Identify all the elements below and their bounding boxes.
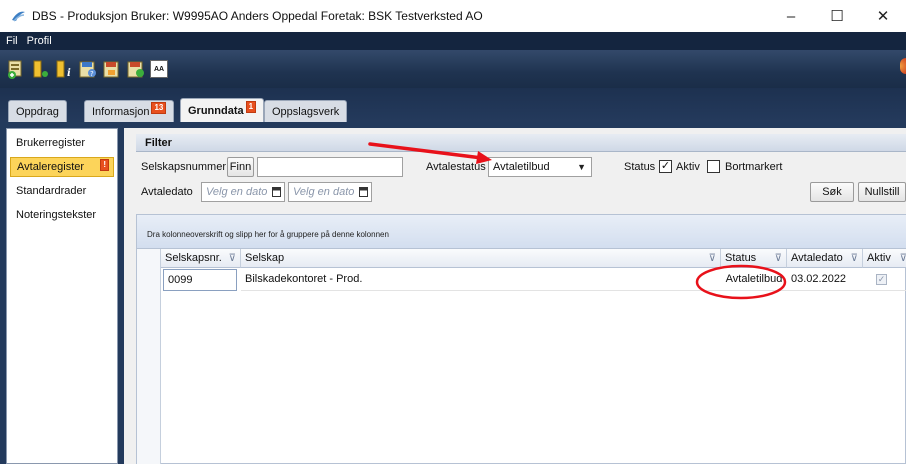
close-button[interactable]: ✕ bbox=[860, 0, 906, 32]
export-icon[interactable] bbox=[102, 58, 122, 80]
add-record-icon[interactable] bbox=[6, 58, 26, 80]
app-logo-icon bbox=[12, 11, 25, 22]
data-grid: Dra kolonneoverskrift og slipp her for å… bbox=[136, 214, 906, 464]
font-size-icon[interactable]: AA bbox=[150, 60, 168, 78]
sidebar-item-brukerregister[interactable]: Brukerregister bbox=[10, 133, 114, 153]
active-label: Aktiv bbox=[676, 161, 700, 173]
filter-icon[interactable]: ⊽ bbox=[851, 253, 858, 264]
column-header-selskapsnr[interactable]: Selskapsnr. ⊽ bbox=[161, 249, 241, 268]
tab-grunndata[interactable]: Grunndata 1 bbox=[180, 98, 265, 122]
sidebar-item-noteringstekster[interactable]: Noteringstekster bbox=[10, 205, 114, 225]
search-button[interactable]: Søk bbox=[810, 182, 854, 202]
company-number-input[interactable] bbox=[257, 157, 403, 177]
window-title: DBS - Produksjon Bruker: W9995AO Anders … bbox=[32, 9, 483, 23]
menu-bar: Fil Profil bbox=[0, 32, 906, 50]
tab-oppdrag[interactable]: Oppdrag bbox=[8, 100, 67, 122]
maximize-button[interactable]: ☐ bbox=[814, 0, 860, 32]
sidebar-item-label: Avtaleregister bbox=[17, 161, 85, 173]
column-header-aktiv[interactable]: Aktiv ⊽ bbox=[863, 249, 906, 268]
row-header-column bbox=[137, 249, 161, 464]
find-button[interactable]: Finn bbox=[227, 157, 254, 177]
column-header-label: Aktiv bbox=[867, 252, 891, 264]
sidebar-item-avtaleregister[interactable]: Avtaleregister ! bbox=[10, 157, 114, 177]
tab-informasjon[interactable]: Informasjon 13 bbox=[84, 100, 175, 122]
agreement-status-label: Avtalestatus bbox=[426, 161, 486, 173]
tab-label: Oppslagsverk bbox=[272, 105, 340, 118]
sidebar-item-label: Brukerregister bbox=[16, 137, 86, 149]
row-active-checkbox[interactable]: ✓ bbox=[876, 274, 887, 285]
svg-text:?: ? bbox=[90, 70, 94, 78]
agreement-status-select[interactable]: Avtaletilbud ▼ bbox=[488, 157, 592, 177]
cell-avtaledato[interactable]: 03.02.2022 bbox=[787, 269, 863, 291]
tab-oppslagsverk[interactable]: Oppslagsverk bbox=[264, 100, 348, 122]
date-to-input[interactable]: Velg en dato bbox=[288, 182, 372, 202]
sidebar-item-label: Standardrader bbox=[16, 185, 87, 197]
filter-header: Filter bbox=[136, 134, 906, 152]
column-header-label: Selskap bbox=[245, 252, 285, 264]
title-bar: DBS - Produksjon Bruker: W9995AO Anders … bbox=[0, 0, 906, 32]
tab-strip: Oppdrag Informasjon 13 Grunndata 1 Oppsl… bbox=[0, 88, 906, 122]
tab-label: Informasjon bbox=[92, 105, 150, 118]
chevron-down-icon: ▼ bbox=[577, 162, 586, 172]
marked-label: Bortmarkert bbox=[725, 161, 783, 173]
notification-badge: 13 bbox=[151, 101, 167, 114]
main-panel: Filter Selskapsnummer Finn Avtalestatus … bbox=[124, 128, 906, 464]
menu-item-fil[interactable]: Fil bbox=[6, 35, 18, 47]
marked-checkbox[interactable] bbox=[707, 160, 720, 173]
column-header-label: Selskapsnr. bbox=[165, 252, 222, 264]
reset-button[interactable]: Nullstill bbox=[858, 182, 906, 202]
tab-label: Grunndata bbox=[188, 104, 244, 117]
sidebar: Brukerregister Avtaleregister ! Standard… bbox=[6, 128, 118, 464]
svg-text:i: i bbox=[67, 68, 71, 79]
sidebar-item-label: Noteringstekster bbox=[16, 209, 97, 221]
notification-badge: ! bbox=[100, 159, 109, 171]
column-header-label: Status bbox=[725, 252, 757, 264]
date-to-placeholder: Velg en dato bbox=[293, 186, 355, 198]
menu-item-profil[interactable]: Profil bbox=[27, 35, 52, 47]
info-icon[interactable]: i bbox=[54, 58, 74, 80]
filter-icon[interactable]: ⊽ bbox=[709, 253, 716, 264]
date-from-input[interactable]: Velg en dato bbox=[201, 182, 285, 202]
notification-badge: 1 bbox=[245, 100, 257, 113]
status-label: Status bbox=[624, 161, 656, 173]
cell-selskapsnr[interactable]: 0099 bbox=[163, 269, 237, 291]
filter-icon[interactable]: ⊽ bbox=[900, 253, 906, 264]
tab-label: Oppdrag bbox=[16, 105, 59, 118]
save-record-icon[interactable] bbox=[30, 58, 50, 80]
cell-selskap[interactable]: Bilskadekontoret - Prod. bbox=[241, 269, 721, 291]
date-from-placeholder: Velg en dato bbox=[206, 186, 268, 198]
help-document-icon[interactable]: ? bbox=[78, 58, 98, 80]
status-orb-icon bbox=[900, 58, 906, 74]
agreement-date-label: Avtaledato bbox=[141, 186, 193, 198]
company-number-label: Selskapsnummer bbox=[141, 161, 226, 173]
minimize-button[interactable]: – bbox=[768, 0, 814, 32]
column-header-label: Avtaledato bbox=[791, 252, 843, 264]
filter-icon[interactable]: ⊽ bbox=[229, 253, 236, 264]
import-icon[interactable] bbox=[126, 58, 146, 80]
cell-aktiv[interactable]: ✓ bbox=[863, 269, 906, 291]
window-controls: – ☐ ✕ bbox=[768, 0, 906, 32]
sidebar-item-standardrader[interactable]: Standardrader bbox=[10, 181, 114, 201]
active-checkbox[interactable]: ✓ bbox=[659, 160, 672, 173]
cell-status[interactable]: Avtaletilbud bbox=[721, 269, 787, 291]
group-by-drop-area[interactable]: Dra kolonneoverskrift og slipp her for å… bbox=[137, 215, 906, 249]
filter-icon[interactable]: ⊽ bbox=[775, 253, 782, 264]
column-header-status[interactable]: Status ⊽ bbox=[721, 249, 787, 268]
toolbar: i ? AA bbox=[0, 50, 906, 88]
calendar-icon[interactable] bbox=[272, 187, 281, 197]
agreement-status-value: Avtaletilbud bbox=[493, 161, 550, 173]
calendar-icon[interactable] bbox=[359, 187, 368, 197]
column-header-avtaledato[interactable]: Avtaledato ⊽ bbox=[787, 249, 863, 268]
column-header-selskap[interactable]: Selskap ⊽ bbox=[241, 249, 721, 268]
